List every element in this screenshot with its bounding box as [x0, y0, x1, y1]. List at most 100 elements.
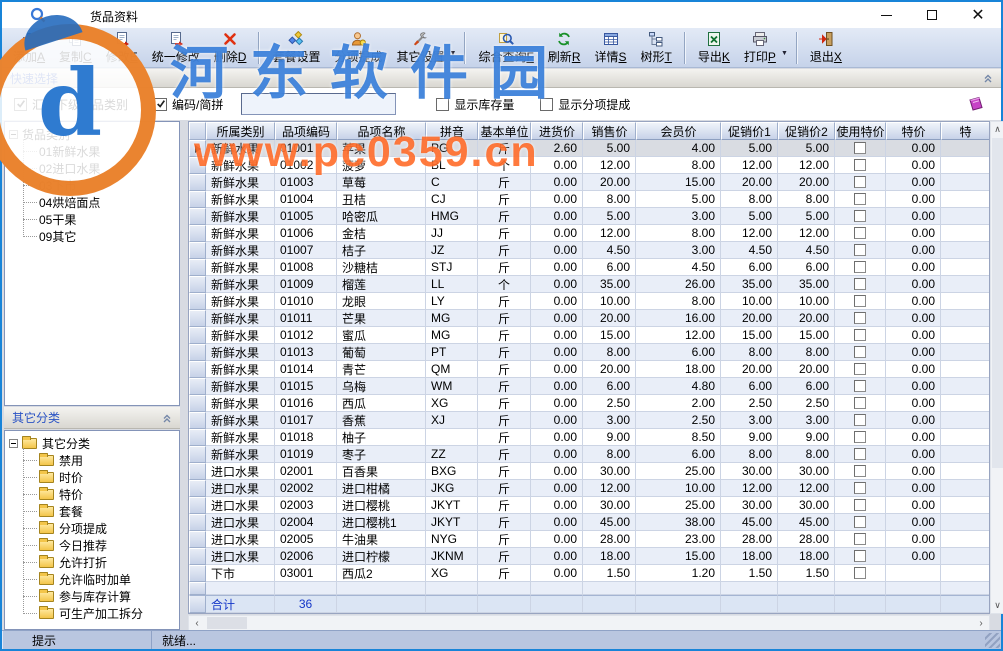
cell-拼音[interactable]: PT — [426, 344, 478, 361]
cell-进货价[interactable]: 0.00 — [531, 276, 583, 293]
cell-促销价2[interactable]: 20.00 — [778, 174, 835, 191]
cell-会员价[interactable]: 23.00 — [636, 531, 721, 548]
summarize-subcategories-checkbox[interactable]: 汇总下级货品类别 — [14, 96, 128, 113]
tree-item[interactable]: 禁用 — [39, 452, 177, 469]
cell-特[interactable] — [941, 480, 990, 497]
cell-品项编码[interactable]: 01004 — [275, 191, 337, 208]
cell-销售价[interactable]: 20.00 — [583, 174, 636, 191]
use-special-price-checkbox[interactable] — [854, 363, 866, 375]
cell-促销价1[interactable]: 5.00 — [721, 208, 778, 225]
use-special-price-checkbox[interactable] — [854, 346, 866, 358]
cell-品项名称[interactable]: 沙糖桔 — [337, 259, 426, 276]
cell-进货价[interactable]: 0.00 — [531, 514, 583, 531]
exit-button[interactable]: 退出X — [803, 29, 849, 67]
cell-品项名称[interactable]: 牛油果 — [337, 531, 426, 548]
cell-特[interactable] — [941, 157, 990, 174]
cell-使用特价[interactable] — [835, 310, 886, 327]
cell-销售价[interactable]: 10.00 — [583, 293, 636, 310]
delete-button[interactable]: 删除D — [207, 29, 254, 67]
cell-销售价[interactable]: 9.00 — [583, 429, 636, 446]
table-row[interactable]: 下市03001西瓜2XG斤0.001.501.201.501.50 — [189, 565, 989, 582]
table-row[interactable]: 新鲜水果01001苹果PG斤2.605.004.005.005.000.00 — [189, 140, 989, 157]
table-row[interactable]: 新鲜水果01008沙糖桔STJ斤0.006.004.506.006.000.00 — [189, 259, 989, 276]
cell-促销价1[interactable]: 12.00 — [721, 480, 778, 497]
cell-所属类别[interactable]: 新鲜水果 — [206, 378, 275, 395]
table-row[interactable]: 新鲜水果01019枣子ZZ斤0.008.006.008.008.000.00 — [189, 446, 989, 463]
table-row[interactable]: 进口水果02002进口柑橘JKG斤0.0012.0010.0012.0012.0… — [189, 480, 989, 497]
cell-特[interactable] — [941, 259, 990, 276]
scroll-up-icon[interactable]: ∧ — [991, 122, 1003, 137]
cell-促销价1[interactable]: 28.00 — [721, 531, 778, 548]
book-icon[interactable] — [967, 96, 985, 112]
cell-拼音[interactable]: JZ — [426, 242, 478, 259]
cell-使用特价[interactable] — [835, 208, 886, 225]
cell-品项名称[interactable]: 榴莲 — [337, 276, 426, 293]
tree-root-category[interactable]: 货品类别 — [9, 126, 177, 143]
column-header-进货价[interactable]: 进货价 — [531, 122, 583, 140]
cell-所属类别[interactable]: 新鲜水果 — [206, 429, 275, 446]
cell-基本单位[interactable]: 斤 — [478, 293, 531, 310]
table-row[interactable]: 新鲜水果01013葡萄PT斤0.008.006.008.008.000.00 — [189, 344, 989, 361]
cell-特价[interactable]: 0.00 — [886, 548, 941, 565]
cell-使用特价[interactable] — [835, 480, 886, 497]
cell-进货价[interactable]: 0.00 — [531, 242, 583, 259]
cell-所属类别[interactable]: 新鲜水果 — [206, 395, 275, 412]
cell-所属类别[interactable]: 新鲜水果 — [206, 361, 275, 378]
use-special-price-checkbox[interactable] — [854, 210, 866, 222]
cell-拼音[interactable]: HMG — [426, 208, 478, 225]
table-row[interactable]: 新鲜水果01009榴莲LL个0.0035.0026.0035.0035.000.… — [189, 276, 989, 293]
cell-促销价1[interactable]: 45.00 — [721, 514, 778, 531]
cell-促销价2[interactable]: 5.00 — [778, 208, 835, 225]
cell-促销价2[interactable]: 4.50 — [778, 242, 835, 259]
cell-使用特价[interactable] — [835, 446, 886, 463]
minimize-button[interactable] — [863, 2, 909, 28]
cell-所属类别[interactable]: 新鲜水果 — [206, 412, 275, 429]
cell-销售价[interactable]: 2.50 — [583, 395, 636, 412]
cell-特价[interactable]: 0.00 — [886, 497, 941, 514]
cell-会员价[interactable]: 8.50 — [636, 429, 721, 446]
cell-促销价2[interactable]: 12.00 — [778, 480, 835, 497]
cell-特价[interactable]: 0.00 — [886, 429, 941, 446]
cell-所属类别[interactable]: 新鲜水果 — [206, 327, 275, 344]
cell-促销价1[interactable]: 2.50 — [721, 395, 778, 412]
cell-进货价[interactable]: 2.60 — [531, 140, 583, 157]
cell-所属类别[interactable]: 新鲜水果 — [206, 191, 275, 208]
dropdown-arrow-icon[interactable]: ▼ — [450, 50, 457, 57]
cell-品项名称[interactable]: 乌梅 — [337, 378, 426, 395]
use-special-price-checkbox[interactable] — [854, 227, 866, 239]
cell-进货价[interactable]: 0.00 — [531, 174, 583, 191]
tree-item[interactable]: 09其它 — [39, 228, 177, 245]
cell-进货价[interactable]: 0.00 — [531, 225, 583, 242]
cell-会员价[interactable]: 25.00 — [636, 497, 721, 514]
cell-销售价[interactable]: 8.00 — [583, 446, 636, 463]
row-indicator[interactable] — [189, 344, 206, 361]
cell-基本单位[interactable]: 斤 — [478, 225, 531, 242]
cell-促销价1[interactable]: 3.00 — [721, 412, 778, 429]
cell-促销价1[interactable]: 5.00 — [721, 140, 778, 157]
cell-所属类别[interactable]: 进口水果 — [206, 480, 275, 497]
cell-促销价2[interactable]: 12.00 — [778, 225, 835, 242]
row-indicator[interactable] — [189, 395, 206, 412]
cell-拼音[interactable]: CJ — [426, 191, 478, 208]
cell-品项编码[interactable]: 01010 — [275, 293, 337, 310]
column-header-基本单位[interactable]: 基本单位 — [478, 122, 531, 140]
cell-基本单位[interactable]: 斤 — [478, 174, 531, 191]
cell-销售价[interactable]: 30.00 — [583, 497, 636, 514]
cell-会员价[interactable]: 38.00 — [636, 514, 721, 531]
cell-拼音[interactable]: JKYT — [426, 497, 478, 514]
refresh-button[interactable]: 刷新R — [541, 29, 588, 67]
cell-特[interactable] — [941, 395, 990, 412]
show-stock-checkbox[interactable]: 显示库存量 — [436, 96, 514, 113]
cell-拼音[interactable] — [426, 429, 478, 446]
cell-拼音[interactable]: MG — [426, 327, 478, 344]
cell-使用特价[interactable] — [835, 157, 886, 174]
row-indicator[interactable] — [189, 174, 206, 191]
cell-进货价[interactable]: 0.00 — [531, 531, 583, 548]
row-indicator[interactable] — [189, 412, 206, 429]
table-row[interactable]: 进口水果02004进口樱桃1JKYT斤0.0045.0038.0045.0045… — [189, 514, 989, 531]
cell-使用特价[interactable] — [835, 259, 886, 276]
cell-进货价[interactable]: 0.00 — [531, 565, 583, 582]
tree-item[interactable]: 02进口水果 — [39, 160, 177, 177]
query-button[interactable]: 综合查询F — [471, 29, 540, 67]
cell-基本单位[interactable]: 斤 — [478, 259, 531, 276]
